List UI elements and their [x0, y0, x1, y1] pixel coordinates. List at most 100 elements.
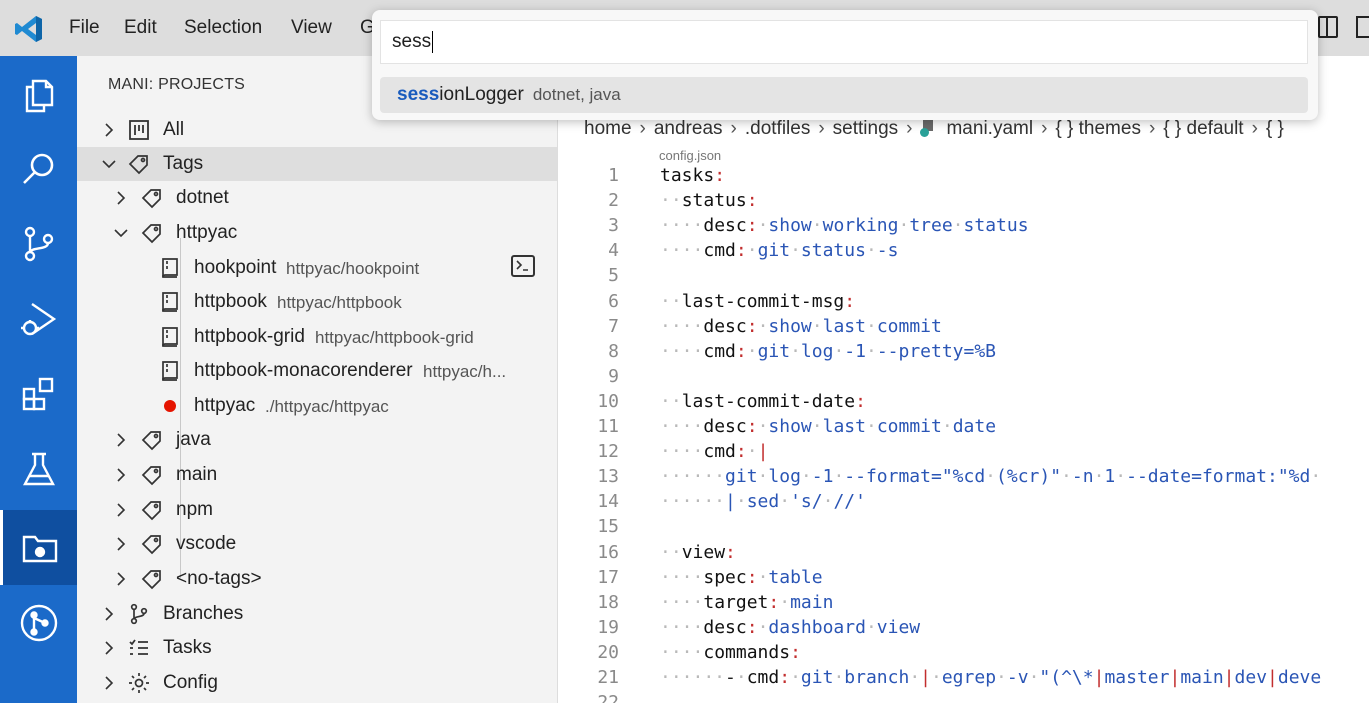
menu-file[interactable]: File — [69, 17, 100, 39]
tree-item-httpbook-grid[interactable]: httpbook-grid httpyac/httpbook-grid — [77, 320, 557, 354]
file-hint-label: config.json — [659, 148, 722, 163]
code-text: ····spec:·table — [660, 566, 823, 588]
code-line: 22 — [559, 692, 1369, 703]
breadcrumb-item[interactable]: { } themes — [1055, 118, 1141, 139]
chevron-right-icon[interactable] — [101, 606, 117, 622]
dot-icon — [158, 394, 182, 418]
menu-view[interactable]: View — [291, 17, 332, 39]
result-rest-text: ionLogger — [439, 84, 524, 105]
code-line: 18 ····target:·main — [559, 592, 1369, 617]
chevron-right-icon[interactable] — [101, 122, 117, 138]
tree-item-java[interactable]: java — [77, 423, 557, 457]
tree-item-label: httpbook-grid — [194, 326, 305, 347]
tree-item-httpbook[interactable]: httpbook httpyac/httpbook — [77, 285, 557, 319]
tag-icon — [140, 186, 164, 210]
code-text: tasks: — [660, 165, 726, 186]
line-number: 4 — [608, 240, 619, 262]
line-number: 15 — [597, 516, 619, 538]
code-text: ····target:·main — [660, 591, 834, 613]
chevron-right-icon[interactable] — [113, 502, 129, 518]
line-number: 14 — [597, 491, 619, 513]
breadcrumb-item[interactable]: { } default — [1163, 118, 1243, 139]
code-line: 15 — [559, 516, 1369, 541]
breadcrumb-separator-icon: › — [1251, 118, 1258, 139]
chevron-down-icon[interactable] — [101, 156, 117, 172]
chevron-down-icon[interactable] — [113, 225, 129, 241]
tag-icon — [140, 463, 164, 487]
run-debug-icon[interactable] — [0, 281, 77, 356]
code-line: 9 — [559, 366, 1369, 391]
tree-item-branches[interactable]: Branches — [77, 597, 557, 631]
code-text: ····cmd:·| — [660, 441, 769, 463]
code-line: 1 tasks: — [559, 165, 1369, 190]
line-number: 5 — [608, 265, 619, 287]
line-number: 9 — [608, 365, 619, 387]
toggle-sidebar-icon[interactable] — [1318, 16, 1338, 38]
code-line: 10 ··last-commit-date: — [559, 391, 1369, 416]
quick-open-result-item[interactable]: sess ionLogger dotnet, java — [380, 77, 1308, 113]
line-number: 1 — [608, 165, 619, 186]
breadcrumb-item[interactable]: settings — [833, 118, 898, 139]
breadcrumb-separator-icon: › — [639, 118, 646, 139]
chevron-right-icon[interactable] — [101, 640, 117, 656]
tree-item-tasks[interactable]: Tasks — [77, 631, 557, 665]
sidebar-title: MANI: PROJECTS — [108, 76, 246, 93]
tree-item-no-tags[interactable]: <no-tags> — [77, 562, 557, 596]
breadcrumb-separator-icon: › — [906, 118, 913, 139]
chevron-right-icon[interactable] — [113, 190, 129, 206]
line-number: 12 — [597, 441, 619, 463]
code-line: 14 ······|·sed·'s/·//' — [559, 491, 1369, 516]
chevron-right-icon[interactable] — [101, 675, 117, 691]
breadcrumb-item[interactable]: andreas — [654, 118, 723, 139]
tree-item-config[interactable]: Config — [77, 666, 557, 700]
tree-item-label: <no-tags> — [176, 568, 262, 589]
breadcrumb: home › andreas › .dotfiles › settings › mani.yam… — [584, 118, 1284, 140]
source-control-icon[interactable] — [0, 206, 77, 281]
quick-open-input[interactable]: sess — [380, 20, 1308, 64]
tree-item-vscode[interactable]: vscode — [77, 527, 557, 561]
tag-icon — [140, 221, 164, 245]
tree-item-tags[interactable]: Tags — [77, 147, 557, 181]
tree-item-dotnet[interactable]: dotnet — [77, 181, 557, 215]
tree-item-description: httpyac/httpbook-grid — [315, 328, 474, 347]
tag-icon — [140, 428, 164, 452]
extensions-icon[interactable] — [0, 356, 77, 431]
git-graph-icon[interactable] — [0, 585, 77, 660]
open-terminal-icon[interactable] — [511, 255, 535, 277]
code-text: ····desc:·dashboard·view — [660, 616, 921, 638]
line-number: 6 — [608, 290, 619, 312]
chevron-right-icon[interactable] — [113, 432, 129, 448]
testing-flask-icon[interactable] — [0, 431, 77, 506]
menu-selection[interactable]: Selection — [184, 17, 262, 39]
chevron-right-icon[interactable] — [113, 571, 129, 587]
breadcrumb-item[interactable]: mani.yaml — [946, 118, 1033, 139]
branch-icon — [127, 602, 151, 626]
repo-icon — [158, 359, 182, 383]
tree-item-label: httpbook-monacorenderer — [194, 360, 413, 381]
chevron-right-icon[interactable] — [113, 536, 129, 552]
tree-item-label: All — [163, 119, 185, 140]
tree-item-hookpoint[interactable]: hookpoint httpyac/hookpoint — [77, 251, 557, 285]
gear-icon — [127, 671, 151, 695]
tree-item-label: httpyac — [194, 395, 256, 416]
tree-item-httpyac[interactable]: httpyac — [77, 216, 557, 250]
search-icon[interactable] — [0, 131, 77, 206]
code-line: 21 ······-·cmd:·git·branch·|·egrep·-v·"(^… — [559, 667, 1369, 692]
tree-item-main[interactable]: main — [77, 458, 557, 492]
explorer-icon[interactable] — [0, 56, 77, 131]
code-text: ····desc:·show·last·commit — [660, 315, 942, 337]
tree-item-npm[interactable]: npm — [77, 493, 557, 527]
mani-projects-icon[interactable] — [0, 510, 77, 585]
tree-item-label: hookpoint — [194, 257, 277, 278]
menu-edit[interactable]: Edit — [124, 17, 157, 39]
breadcrumb-item[interactable]: .dotfiles — [745, 118, 810, 139]
breadcrumb-item[interactable]: home — [584, 118, 632, 139]
chevron-right-icon[interactable] — [113, 467, 129, 483]
code-text: ····desc:·show·last·commit·date — [660, 416, 997, 437]
result-match-text: sess — [397, 84, 440, 105]
tree-item-httpyac[interactable]: httpyac ./httpyac/httpyac — [77, 389, 557, 423]
line-number: 20 — [597, 641, 619, 663]
breadcrumb-item[interactable]: { } — [1266, 118, 1284, 139]
toggle-panel-icon[interactable] — [1356, 16, 1369, 38]
tree-item-httpbook-monacorenderer[interactable]: httpbook-monacorenderer httpyac/h... — [77, 354, 557, 388]
